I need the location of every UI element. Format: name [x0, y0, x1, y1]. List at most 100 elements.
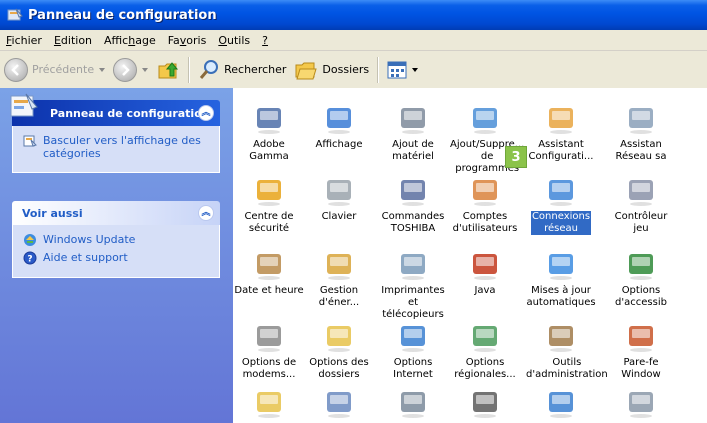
control-panel-item[interactable]: Options régionales...	[449, 320, 521, 381]
toolbar-separator	[377, 56, 380, 83]
control-panel-section-header[interactable]: Panneau de configuration ︽	[10, 93, 220, 126]
control-panel-section: Panneau de configuration ︽ Basculer vers…	[10, 93, 220, 173]
back-button[interactable]: Précédente	[0, 55, 109, 85]
help-support-link[interactable]: ? Aide et support	[23, 251, 211, 265]
regional-icon	[468, 320, 502, 354]
collapse-chevron-icon[interactable]: ︽	[198, 105, 214, 121]
folder-icon	[252, 386, 286, 420]
back-arrow-icon	[4, 57, 28, 82]
printer-icon	[396, 248, 430, 282]
item-label: Assistant Configurati...	[528, 139, 594, 162]
search-button[interactable]: Rechercher	[194, 55, 290, 85]
control-panel-section-title: Panneau de configuration	[50, 106, 210, 120]
see-also-header[interactable]: Voir aussi ︽	[12, 201, 220, 225]
control-panel-item[interactable]: Date et heure	[233, 248, 305, 297]
views-icon	[387, 61, 407, 78]
menu-item[interactable]: ?	[256, 34, 274, 47]
menu-item[interactable]: Edition	[48, 34, 98, 47]
collapse-chevron-icon[interactable]: ︽	[198, 205, 214, 221]
menu-item[interactable]: Favoris	[162, 34, 213, 47]
add-remove-icon	[468, 102, 502, 136]
item-label: Imprimantes et télécopieurs	[381, 285, 445, 320]
help-support-label: Aide et support	[43, 251, 128, 264]
windows-update-link[interactable]: Windows Update	[23, 233, 211, 247]
control-panel-item[interactable]: Affichage	[303, 102, 375, 151]
control-panel-item[interactable]: Adobe Gamma	[233, 102, 305, 163]
control-panel-item[interactable]	[449, 386, 521, 423]
control-panel-item[interactable]: Gestion d'éner...	[303, 248, 375, 309]
gamepad-icon	[624, 174, 658, 208]
control-panel-item[interactable]: Assistant Configurati...	[525, 102, 597, 163]
keyboard-icon	[322, 174, 356, 208]
forward-dropdown-icon[interactable]	[142, 67, 149, 72]
see-also-section: Voir aussi ︽ Windows Update ? Aide et su…	[12, 201, 220, 278]
folders-button[interactable]: Dossiers	[290, 55, 373, 85]
clock-icon	[252, 248, 286, 282]
item-label: Options d'accessib	[615, 285, 667, 308]
item-label: Options Internet	[393, 357, 433, 380]
control-panel-item[interactable]: Commandes TOSHIBA	[377, 174, 449, 235]
control-panel-item[interactable]: Comptes d'utilisateurs	[449, 174, 521, 235]
control-panel-item[interactable]: Assistan Réseau sa	[605, 102, 677, 163]
control-panel-icon	[7, 7, 23, 23]
forward-button[interactable]	[109, 55, 152, 85]
control-panel-item[interactable]	[233, 386, 305, 423]
control-panel-item[interactable]	[303, 386, 375, 423]
monitor-icon	[252, 102, 286, 136]
control-panel-item[interactable]: Imprimantes et télécopieurs	[377, 248, 449, 321]
update-icon	[544, 248, 578, 282]
control-panel-item[interactable]: Centre de sécurité	[233, 174, 305, 235]
back-dropdown-icon[interactable]	[99, 67, 106, 72]
control-panel-item[interactable]	[377, 386, 449, 423]
see-also-body: Windows Update ? Aide et support	[12, 225, 220, 278]
control-panel-item[interactable]: Pare-fe Window	[605, 320, 677, 381]
internet-icon	[396, 320, 430, 354]
switch-category-view-link[interactable]: Basculer vers l'affichage des catégories	[23, 134, 211, 160]
item-label: Date et heure	[234, 285, 304, 296]
control-panel-item[interactable]: Connexions réseau	[525, 174, 597, 235]
item-label: Options de modems...	[241, 357, 297, 380]
scanner-icon	[624, 386, 658, 420]
menu-item[interactable]: Affichage	[98, 34, 162, 47]
control-panel-item[interactable]: Contrôleur jeu	[605, 174, 677, 235]
control-panel-item[interactable]: Options de modems...	[233, 320, 305, 381]
control-panel-item[interactable]: Options d'accessib	[605, 248, 677, 309]
toolbar-separator	[188, 56, 191, 83]
step-badge: 3	[505, 146, 527, 168]
item-label: Ajout de matériel	[392, 139, 434, 162]
folders-icon	[295, 62, 318, 79]
back-label: Précédente	[32, 63, 95, 76]
windows-update-label: Windows Update	[43, 233, 136, 246]
power-icon	[322, 248, 356, 282]
control-panel-item[interactable]: Options des dossiers	[303, 320, 375, 381]
control-panel-item[interactable]	[605, 386, 677, 423]
folders-label: Dossiers	[322, 63, 370, 76]
admin-tools-icon	[544, 320, 578, 354]
views-button[interactable]	[383, 55, 422, 85]
views-dropdown-icon[interactable]	[412, 67, 419, 72]
control-panel-item[interactable]: Options Internet	[377, 320, 449, 381]
control-panel-item[interactable]	[525, 386, 597, 423]
item-label: Options régionales...	[454, 357, 516, 380]
control-panel-item[interactable]: Mises à jour automatiques	[525, 248, 597, 309]
modem-icon	[252, 320, 286, 354]
hardware-icon	[396, 102, 430, 136]
control-panel-item[interactable]: Clavier	[303, 174, 375, 223]
shield-icon	[252, 174, 286, 208]
toolbar: Précédente Rechercher Dossiers	[0, 51, 707, 89]
menu-item[interactable]: Fichier	[0, 34, 48, 47]
item-label: Outils d'administration	[526, 357, 608, 380]
control-panel-item[interactable]: Java	[449, 248, 521, 297]
up-folder-button[interactable]	[152, 55, 184, 85]
search-label: Rechercher	[224, 63, 287, 76]
accessibility-icon	[624, 248, 658, 282]
menu-item[interactable]: Outils	[212, 34, 256, 47]
svg-text:?: ?	[27, 255, 32, 265]
item-label: Assistan Réseau sa	[615, 139, 667, 162]
fonts-icon	[322, 386, 356, 420]
control-panel-item[interactable]: Ajout de matériel	[377, 102, 449, 163]
item-label: Commandes TOSHIBA	[381, 211, 445, 234]
control-panel-item[interactable]: Outils d'administration	[525, 320, 608, 381]
item-label: Contrôleur jeu	[614, 211, 668, 234]
item-label: Clavier	[321, 211, 357, 222]
